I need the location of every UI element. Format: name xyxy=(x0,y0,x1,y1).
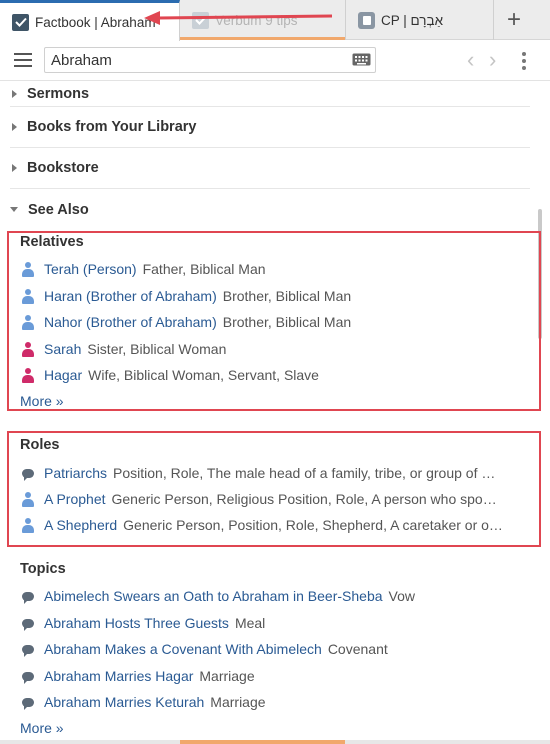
female-person-icon xyxy=(22,341,34,357)
male-person-icon xyxy=(22,288,34,304)
topic-desc: Marriage xyxy=(199,668,255,684)
relative-name[interactable]: Terah (Person) xyxy=(44,261,137,277)
relative-item[interactable]: Terah (Person) Father, Biblical Man xyxy=(22,259,266,279)
back-arrow-icon[interactable]: ‹ xyxy=(467,49,474,71)
toolbar: ‹ › xyxy=(0,41,550,81)
factbook-content: Sermons Books from Your Library Bookstor… xyxy=(0,81,550,744)
relative-name[interactable]: Nahor (Brother of Abraham) xyxy=(44,314,217,330)
topic-name[interactable]: Abraham Hosts Three Guests xyxy=(44,615,229,631)
relative-desc: Brother, Biblical Man xyxy=(222,288,352,304)
relative-desc: Wife, Biblical Woman, Servant, Slave xyxy=(88,367,319,383)
section-label: Sermons xyxy=(27,85,90,102)
topic-bubble-icon xyxy=(22,468,34,481)
relative-name[interactable]: Hagar xyxy=(44,367,82,383)
relative-item[interactable]: Sarah Sister, Biblical Woman xyxy=(22,339,226,359)
cp-icon xyxy=(358,11,375,29)
search-input[interactable] xyxy=(44,47,376,73)
new-tab-button[interactable]: + xyxy=(494,0,534,40)
section-bookstore[interactable]: Bookstore xyxy=(10,148,530,189)
topic-bubble-icon xyxy=(22,671,34,684)
relatives-more-link[interactable]: More » xyxy=(20,393,64,409)
relative-name[interactable]: Sarah xyxy=(44,341,81,357)
male-person-icon xyxy=(22,491,34,507)
expand-caret-icon xyxy=(12,123,17,131)
topics-more-link[interactable]: More » xyxy=(20,720,64,736)
topic-desc: Vow xyxy=(388,588,415,604)
expand-caret-icon xyxy=(12,89,17,98)
topic-bubble-icon xyxy=(22,591,34,604)
relative-item[interactable]: Hagar Wife, Biblical Woman, Servant, Sla… xyxy=(22,365,319,385)
section-books-from-library[interactable]: Books from Your Library xyxy=(10,107,530,148)
tab-label: CP | אַבְרָם xyxy=(381,12,444,28)
tab-label: Factbook | Abraham xyxy=(35,14,156,30)
topic-desc: Meal xyxy=(234,615,266,631)
relative-desc: Father, Biblical Man xyxy=(142,261,266,277)
role-desc: Position, Role, The male head of a famil… xyxy=(113,465,496,481)
menu-icon[interactable] xyxy=(14,53,32,67)
keyboard-icon[interactable] xyxy=(352,53,371,66)
topic-item[interactable]: Abraham Marries Hagar Marriage xyxy=(22,666,255,686)
section-sermons[interactable]: Sermons xyxy=(10,81,530,107)
section-label: See Also xyxy=(28,201,89,218)
relative-name[interactable]: Haran (Brother of Abraham) xyxy=(44,288,217,304)
topic-name[interactable]: Abraham Marries Hagar xyxy=(44,668,193,684)
male-person-icon xyxy=(22,517,34,533)
annotation-arrow xyxy=(144,11,333,25)
role-item[interactable]: Patriarchs Position, Role, The male head… xyxy=(22,463,495,483)
role-desc: Generic Person, Position, Role, Shepherd… xyxy=(123,517,503,533)
section-label: Bookstore xyxy=(27,160,99,176)
relative-item[interactable]: Haran (Brother of Abraham) Brother, Bibl… xyxy=(22,286,351,306)
checkbox-icon xyxy=(12,13,29,31)
female-person-icon xyxy=(22,367,34,383)
relative-desc: Sister, Biblical Woman xyxy=(87,341,227,357)
relative-item[interactable]: Nahor (Brother of Abraham) Brother, Bibl… xyxy=(22,312,351,332)
role-name[interactable]: A Shepherd xyxy=(44,517,117,533)
role-item[interactable]: A Prophet Generic Person, Religious Posi… xyxy=(22,489,497,509)
more-options-icon[interactable] xyxy=(522,52,526,73)
topic-name[interactable]: Abraham Marries Keturah xyxy=(44,694,204,710)
tab-accent-line xyxy=(180,37,345,40)
section-label: Books from Your Library xyxy=(27,119,197,135)
topic-name[interactable]: Abraham Makes a Covenant With Abimelech xyxy=(44,641,322,657)
collapse-caret-icon xyxy=(10,207,18,212)
forward-arrow-icon[interactable]: › xyxy=(489,49,496,71)
topic-bubble-icon xyxy=(22,644,34,657)
tab-cp-avram[interactable]: CP | אַבְרָם xyxy=(346,0,494,40)
section-see-also[interactable]: See Also xyxy=(10,189,530,230)
role-item[interactable]: A Shepherd Generic Person, Position, Rol… xyxy=(22,515,503,535)
role-desc: Generic Person, Religious Position, Role… xyxy=(111,491,497,507)
topic-name[interactable]: Abimelech Swears an Oath to Abraham in B… xyxy=(44,588,383,604)
roles-title: Roles xyxy=(20,437,60,453)
role-name[interactable]: A Prophet xyxy=(44,491,106,507)
topics-title: Topics xyxy=(20,561,66,577)
male-person-icon xyxy=(22,261,34,277)
relatives-title: Relatives xyxy=(20,234,84,250)
topic-bubble-icon xyxy=(22,697,34,710)
role-name[interactable]: Patriarchs xyxy=(44,465,107,481)
bottom-bar xyxy=(0,740,550,744)
relative-desc: Brother, Biblical Man xyxy=(222,314,352,330)
expand-caret-icon xyxy=(12,164,17,172)
topic-bubble-icon xyxy=(22,618,34,631)
topic-item[interactable]: Abraham Marries Keturah Marriage xyxy=(22,692,266,712)
topic-item[interactable]: Abraham Makes a Covenant With Abimelech … xyxy=(22,639,388,659)
topic-desc: Covenant xyxy=(327,641,388,657)
topic-desc: Marriage xyxy=(210,694,266,710)
topic-item[interactable]: Abraham Hosts Three Guests Meal xyxy=(22,613,265,633)
topic-item[interactable]: Abimelech Swears an Oath to Abraham in B… xyxy=(22,586,415,606)
male-person-icon xyxy=(22,314,34,330)
